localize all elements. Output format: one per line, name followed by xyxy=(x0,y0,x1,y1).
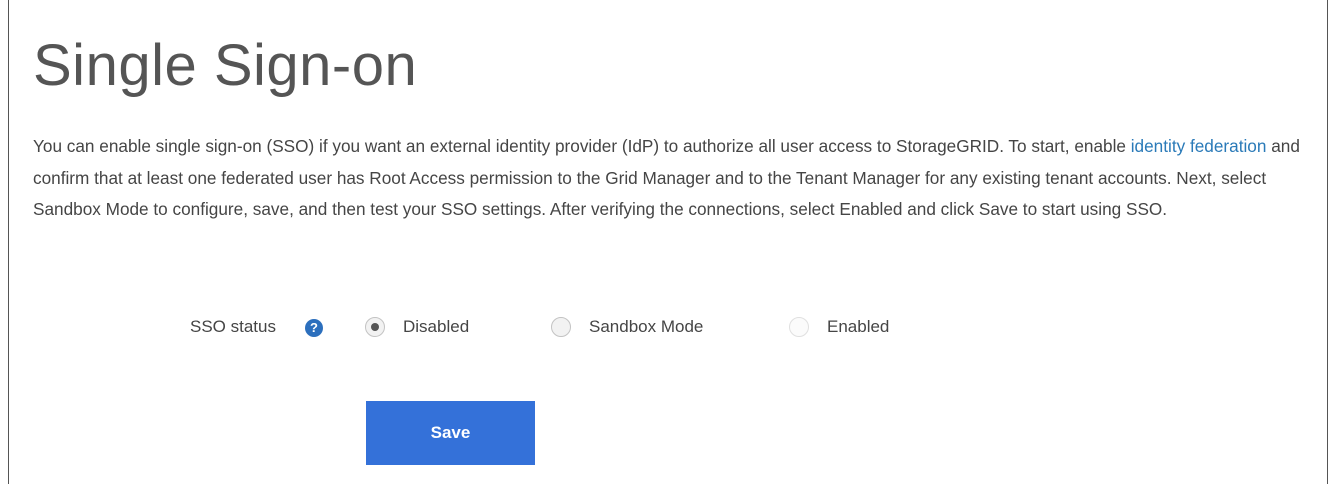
sso-description: You can enable single sign-on (SSO) if y… xyxy=(33,131,1313,226)
sso-panel: Single Sign-on You can enable single sig… xyxy=(8,0,1328,484)
sso-status-row: SSO status ? Disabled Sandbox Mode Enabl… xyxy=(9,312,1009,344)
radio-option-disabled[interactable]: Disabled xyxy=(365,312,505,344)
save-button[interactable]: Save xyxy=(366,401,535,465)
radio-enabled-button xyxy=(789,317,809,337)
page-title: Single Sign-on xyxy=(33,33,418,98)
radio-disabled-button[interactable] xyxy=(365,317,385,337)
radio-option-sandbox-mode[interactable]: Sandbox Mode xyxy=(551,312,741,344)
sso-status-label: SSO status xyxy=(190,317,276,336)
identity-federation-link[interactable]: identity federation xyxy=(1131,136,1267,156)
radio-enabled-label: Enabled xyxy=(827,317,890,336)
description-text-start: You can enable single sign-on (SSO) if y… xyxy=(33,136,1131,156)
radio-sandbox-mode-label: Sandbox Mode xyxy=(589,317,704,336)
radio-disabled-label: Disabled xyxy=(403,317,470,336)
question-circle-icon[interactable]: ? xyxy=(305,319,323,337)
radio-sandbox-mode-button[interactable] xyxy=(551,317,571,337)
radio-option-enabled: Enabled xyxy=(789,312,919,344)
